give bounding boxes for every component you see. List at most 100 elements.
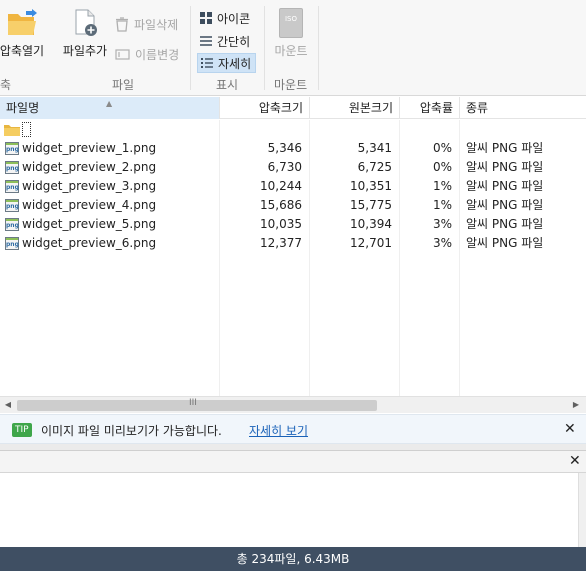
open-archive-label: 압축열기 <box>0 44 45 58</box>
detail-list-icon <box>201 58 213 68</box>
group-label-view: 표시 <box>216 78 239 92</box>
file-list: png widget_preview_1.png 5,346 5,341 0% … <box>0 120 586 396</box>
scroll-left-icon[interactable]: ◀ <box>2 399 14 411</box>
file-compressed-size: 6,730 <box>267 160 302 174</box>
group-label-file: 파일 <box>112 78 135 92</box>
grid-icon <box>200 12 212 24</box>
file-ratio: 0% <box>432 160 452 174</box>
file-ratio: 1% <box>432 179 452 193</box>
column-header-ratio[interactable]: 압축률 <box>400 97 460 119</box>
column-ratio-label: 압축률 <box>419 101 453 115</box>
file-ratio: 3% <box>432 236 452 250</box>
delete-file-button[interactable]: 파일삭제 <box>115 14 178 34</box>
scrollbar-thumb[interactable]: III <box>17 398 377 411</box>
file-name: widget_preview_5.png <box>22 217 157 231</box>
file-original-size: 15,775 <box>350 198 392 212</box>
png-file-icon: png <box>5 199 19 212</box>
add-file-label: 파일추가 <box>62 44 108 58</box>
tip-bar: TIP 이미지 파일 미리보기가 가능합니다. 자세히 보기 ✕ <box>0 414 586 444</box>
close-icon[interactable]: ✕ <box>564 421 576 437</box>
file-compressed-size: 15,686 <box>260 198 302 212</box>
rename-label: 이름변경 <box>135 47 180 62</box>
view-detail-link[interactable]: 자세히 보기 <box>249 422 308 439</box>
file-list-header: ▲ 파일명 압축크기 원본크기 압축률 종류 <box>0 97 586 119</box>
file-compressed-size: 5,346 <box>267 141 302 155</box>
file-type: 알씨 PNG 파일 <box>466 198 544 212</box>
preview-pane-header: ✕ <box>0 451 586 473</box>
file-name: widget_preview_1.png <box>22 141 157 155</box>
close-icon[interactable]: ✕ <box>569 453 581 469</box>
add-file-button[interactable]: 파일추가 <box>58 8 112 59</box>
file-name: widget_preview_4.png <box>22 198 157 212</box>
column-name-label: 파일명 <box>6 101 40 115</box>
png-file-icon: png <box>5 218 19 231</box>
view-detail-label: 자세히 <box>218 56 252 71</box>
view-icon-label: 아이콘 <box>217 11 251 26</box>
file-type: 알씨 PNG 파일 <box>466 217 544 231</box>
png-file-icon: png <box>5 142 19 155</box>
column-header-type[interactable]: 종류 <box>460 97 586 119</box>
horizontal-scrollbar[interactable]: ◀ III ▶ <box>0 396 586 413</box>
table-row[interactable]: png widget_preview_3.png 10,244 10,351 1… <box>0 177 560 196</box>
file-ratio: 3% <box>432 217 452 231</box>
file-original-size: 5,341 <box>357 141 392 155</box>
column-header-original[interactable]: 원본크기 <box>310 97 400 119</box>
table-row[interactable]: png widget_preview_6.png 12,377 12,701 3… <box>0 234 560 253</box>
parent-folder-name <box>22 122 31 137</box>
view-simple-label: 간단히 <box>217 34 251 49</box>
parent-folder-row[interactable] <box>0 120 560 139</box>
file-name: widget_preview_2.png <box>22 160 157 174</box>
file-original-size: 10,351 <box>350 179 392 193</box>
ribbon-toolbar: 압축열기 파일추가 파일삭제 이름변경 축 파일 아이콘 간단히 자세히 표시 … <box>0 0 586 96</box>
disc-image-icon: ISO <box>279 8 303 38</box>
column-type-label: 종류 <box>466 101 489 115</box>
status-text: 총 234파일, 6.43MB <box>236 552 350 566</box>
ribbon-separator <box>264 6 265 90</box>
file-original-size: 12,701 <box>350 236 392 250</box>
png-file-icon: png <box>5 180 19 193</box>
file-name: widget_preview_3.png <box>22 179 157 193</box>
file-type: 알씨 PNG 파일 <box>466 179 544 193</box>
file-compressed-size: 10,244 <box>260 179 302 193</box>
file-compressed-size: 12,377 <box>260 236 302 250</box>
ribbon-separator <box>190 6 191 90</box>
list-icon <box>200 36 212 46</box>
table-row[interactable]: png widget_preview_5.png 10,035 10,394 3… <box>0 215 560 234</box>
table-row[interactable]: png widget_preview_2.png 6,730 6,725 0% … <box>0 158 560 177</box>
scroll-right-icon[interactable]: ▶ <box>570 399 582 411</box>
column-header-name[interactable]: ▲ 파일명 <box>0 97 220 119</box>
open-archive-button[interactable]: 압축열기 <box>0 8 48 59</box>
folder-icon <box>4 125 20 136</box>
file-name: widget_preview_6.png <box>22 236 157 250</box>
view-icon-button[interactable]: 아이콘 <box>200 8 250 28</box>
add-file-icon <box>75 9 97 36</box>
preview-pane: ✕ <box>0 450 586 547</box>
status-bar: 총 234파일, 6.43MB <box>0 547 586 571</box>
vertical-scrollbar[interactable] <box>578 473 586 547</box>
file-original-size: 10,394 <box>350 217 392 231</box>
file-type: 알씨 PNG 파일 <box>466 160 544 174</box>
delete-file-label: 파일삭제 <box>134 17 179 32</box>
column-original-label: 원본크기 <box>348 101 393 115</box>
column-header-compressed[interactable]: 압축크기 <box>220 97 310 119</box>
tip-badge: TIP <box>12 423 32 437</box>
file-type: 알씨 PNG 파일 <box>466 141 544 155</box>
view-detail-button[interactable]: 자세히 <box>197 53 257 73</box>
table-row[interactable]: png widget_preview_4.png 15,686 15,775 1… <box>0 196 560 215</box>
mount-button[interactable]: ISO 마운트 <box>268 8 314 59</box>
file-original-size: 6,725 <box>357 160 392 174</box>
png-file-icon: png <box>5 237 19 250</box>
rename-button[interactable]: 이름변경 <box>115 44 179 64</box>
file-compressed-size: 10,035 <box>260 217 302 231</box>
table-row[interactable]: png widget_preview_1.png 5,346 5,341 0% … <box>0 139 560 158</box>
folder-open-icon <box>8 9 37 35</box>
view-simple-button[interactable]: 간단히 <box>200 31 250 51</box>
group-label-left: 축 <box>0 78 12 92</box>
mount-label: 마운트 <box>274 44 308 58</box>
scroll-grip-icon: III <box>189 398 197 408</box>
png-file-icon: png <box>5 161 19 174</box>
file-ratio: 1% <box>432 198 452 212</box>
iso-label: ISO <box>284 15 298 23</box>
group-label-mount: 마운트 <box>274 78 308 92</box>
trash-icon <box>116 16 128 32</box>
